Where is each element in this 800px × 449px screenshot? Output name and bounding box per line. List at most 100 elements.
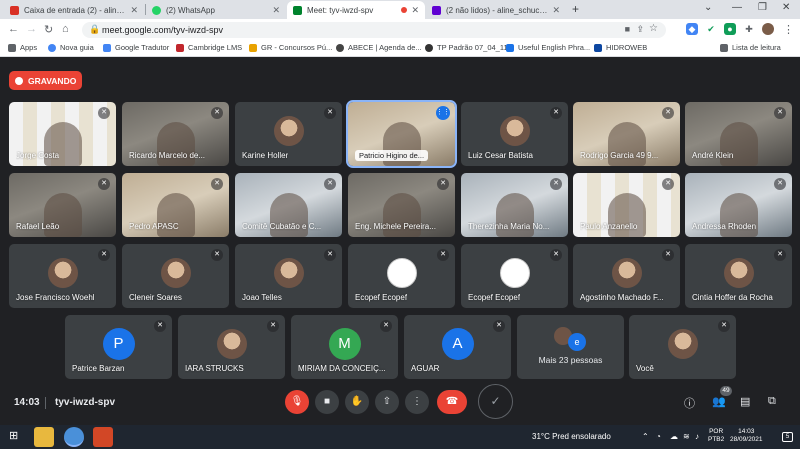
- share-icon[interactable]: ⇪: [636, 24, 644, 35]
- more-options-button[interactable]: ⋮: [405, 390, 429, 414]
- participant-tile[interactable]: ✕ André Klein: [685, 102, 792, 166]
- reload-icon[interactable]: ↻: [44, 23, 53, 36]
- participant-tile[interactable]: M ✕ MIRIAM DA CONCEIÇ...: [291, 315, 398, 379]
- info-icon[interactable]: ⓘ: [684, 395, 695, 411]
- reading-list-icon: [720, 43, 728, 52]
- participant-tile[interactable]: ✕ Cintia Hoffer da Rocha: [685, 244, 792, 308]
- participant-tile[interactable]: ✕ Andressa Rhoden: [685, 173, 792, 237]
- participant-tile[interactable]: ✕ IARA STRUCKS: [178, 315, 285, 379]
- bookmark-hidroweb[interactable]: HIDROWEB: [594, 43, 647, 52]
- bookmark-star-icon[interactable]: ☆: [649, 23, 658, 34]
- participant-tile[interactable]: ✕ Agostinho Machado F...: [573, 244, 680, 308]
- raise-hand-button[interactable]: ✋: [345, 390, 369, 414]
- chrome-icon[interactable]: [64, 427, 84, 447]
- participant-tile[interactable]: ✕ Comitê Cubatão e C...: [235, 173, 342, 237]
- camera-button[interactable]: ■: [315, 390, 339, 414]
- participant-tile[interactable]: ✕ Joao Telles: [235, 244, 342, 308]
- home-icon[interactable]: ⌂: [62, 23, 69, 35]
- participant-tile[interactable]: A ✕ AGUAR: [404, 315, 511, 379]
- microphone-off-button[interactable]: 🎙: [285, 390, 309, 414]
- window-close-icon[interactable]: ✕: [782, 2, 790, 13]
- muted-mic-icon: ✕: [437, 178, 449, 190]
- tab-yahoo-mail[interactable]: (2 não lidos) - aline_schuck17@ ✕: [426, 1, 566, 19]
- participant-tile[interactable]: ✕ Cleneir Soares: [122, 244, 229, 308]
- restore-icon[interactable]: ❐: [758, 2, 767, 13]
- bookmark-tp-padrao[interactable]: TP Padrão 07_04_11: [425, 43, 508, 52]
- muted-mic-icon: ✕: [324, 107, 336, 119]
- recording-dot-icon: [401, 7, 408, 13]
- extension-icon[interactable]: ◆: [686, 23, 698, 35]
- omnibox[interactable]: 🔒 meet.google.com/tyv-iwzd-spv ■ ⇪ ☆: [82, 22, 666, 38]
- participant-tile[interactable]: ✕ Pedro APASC: [122, 173, 229, 237]
- profile-avatar[interactable]: [762, 23, 774, 35]
- participant-tile[interactable]: ✕ Jose Francisco Woehl: [9, 244, 116, 308]
- participant-tile[interactable]: ✕ Ecopef Ecopef: [348, 244, 455, 308]
- muted-mic-icon: ✕: [211, 249, 223, 261]
- participant-tile[interactable]: ✕ Jorge Costa: [9, 102, 116, 166]
- participant-tile[interactable]: ✕ Rafael Leão: [9, 173, 116, 237]
- participant-tile[interactable]: ✕ Karine Holler: [235, 102, 342, 166]
- bookmark-nova-guia[interactable]: Nova guia: [48, 43, 94, 52]
- check-extension-icon[interactable]: ✔: [705, 23, 717, 35]
- cloud-icon[interactable]: ☁: [670, 432, 678, 441]
- close-icon[interactable]: ✕: [552, 5, 560, 16]
- tab-search-icon[interactable]: ⌄: [704, 2, 712, 13]
- wifi-icon[interactable]: ≋: [683, 432, 690, 441]
- notifications-icon[interactable]: 5: [782, 432, 793, 442]
- new-tab-button[interactable]: +: [572, 2, 579, 16]
- weather-widget[interactable]: 31°C Pred ensolarado: [532, 432, 611, 441]
- participant-name: Você: [636, 364, 654, 373]
- reading-list[interactable]: Lista de leitura: [720, 43, 781, 52]
- bookmark-google-tradutor[interactable]: Google Tradutor: [103, 43, 169, 52]
- browser-tab-bar: Caixa de entrada (2) - aline_schuck ✕ (2…: [0, 0, 800, 19]
- back-icon[interactable]: ←: [8, 23, 19, 35]
- volume-icon[interactable]: ♪: [695, 432, 699, 441]
- activities-icon[interactable]: ⧉: [768, 395, 776, 408]
- menu-kebab-icon[interactable]: ⋮: [783, 23, 794, 36]
- participant-name: Jorge Costa: [16, 151, 60, 160]
- file-explorer-icon[interactable]: [34, 427, 54, 447]
- lock-icon: 🔒: [89, 24, 101, 34]
- minimize-icon[interactable]: —: [732, 2, 742, 13]
- powerpoint-icon[interactable]: [93, 427, 113, 447]
- tab-gmail[interactable]: Caixa de entrada (2) - aline_schuck ✕: [4, 1, 144, 19]
- participant-tile[interactable]: ✕ Ricardo Marcelo de...: [122, 102, 229, 166]
- participant-tile[interactable]: P ✕ Patrice Barzan: [65, 315, 172, 379]
- participant-tile[interactable]: ✕ Ecopef Ecopef: [461, 244, 568, 308]
- bookmark-gr-concursos[interactable]: GR - Concursos Pú...: [249, 43, 332, 52]
- participant-tile[interactable]: ⋮⋮ Patricio Higino de...: [346, 100, 457, 168]
- participant-tile[interactable]: e Mais 23 pessoas: [517, 315, 624, 379]
- windows-start-icon[interactable]: ⊞: [9, 429, 18, 442]
- bookmark-abece[interactable]: ABECE | Agenda de...: [336, 43, 422, 52]
- forward-icon[interactable]: →: [26, 23, 37, 35]
- participant-tile[interactable]: ✕ Rodrigo Garcia 49 9...: [573, 102, 680, 166]
- participant-tile[interactable]: ✕ Luiz Cesar Batista: [461, 102, 568, 166]
- network-icon[interactable]: ◔: [656, 432, 661, 441]
- extension-icon[interactable]: ●: [724, 23, 736, 35]
- input-language[interactable]: POR PTB2: [708, 428, 724, 444]
- bookmark-cambridge-lms[interactable]: Cambridge LMS: [176, 43, 242, 52]
- check-ring-button[interactable]: ✓: [478, 384, 513, 419]
- bookmark-label: Nova guia: [60, 43, 94, 52]
- tab-meet[interactable]: Meet: tyv-iwzd-spv ✕: [287, 1, 425, 19]
- people-icon[interactable]: 👥: [712, 395, 726, 408]
- close-icon[interactable]: ✕: [272, 5, 280, 16]
- leave-call-button[interactable]: ☎: [437, 390, 467, 414]
- tray-chevron-icon[interactable]: ⌃: [642, 432, 649, 441]
- participant-tile[interactable]: ✕ Paulo Anzanello: [573, 173, 680, 237]
- chat-icon[interactable]: ▤: [740, 395, 750, 408]
- camera-icon[interactable]: ■: [625, 24, 630, 34]
- bookmark-apps[interactable]: Apps: [8, 43, 37, 52]
- close-icon[interactable]: ✕: [411, 5, 419, 16]
- puzzle-icon[interactable]: ✚: [743, 23, 755, 35]
- bookmark-label: Cambridge LMS: [188, 43, 243, 52]
- bookmark-useful-english[interactable]: Useful English Phra...: [506, 43, 590, 52]
- tab-whatsapp[interactable]: (2) WhatsApp ✕: [146, 1, 286, 19]
- participant-tile[interactable]: ✕ Você: [629, 315, 736, 379]
- participant-tile[interactable]: ✕ Therezinha Maria No...: [461, 173, 568, 237]
- participant-name: Comitê Cubatão e C...: [242, 222, 322, 231]
- system-clock[interactable]: 14:03 28/09/2021: [730, 428, 763, 444]
- participant-tile[interactable]: ✕ Eng. Michele Pereira...: [348, 173, 455, 237]
- present-screen-button[interactable]: ⇧: [375, 390, 399, 414]
- close-icon[interactable]: ✕: [130, 5, 138, 16]
